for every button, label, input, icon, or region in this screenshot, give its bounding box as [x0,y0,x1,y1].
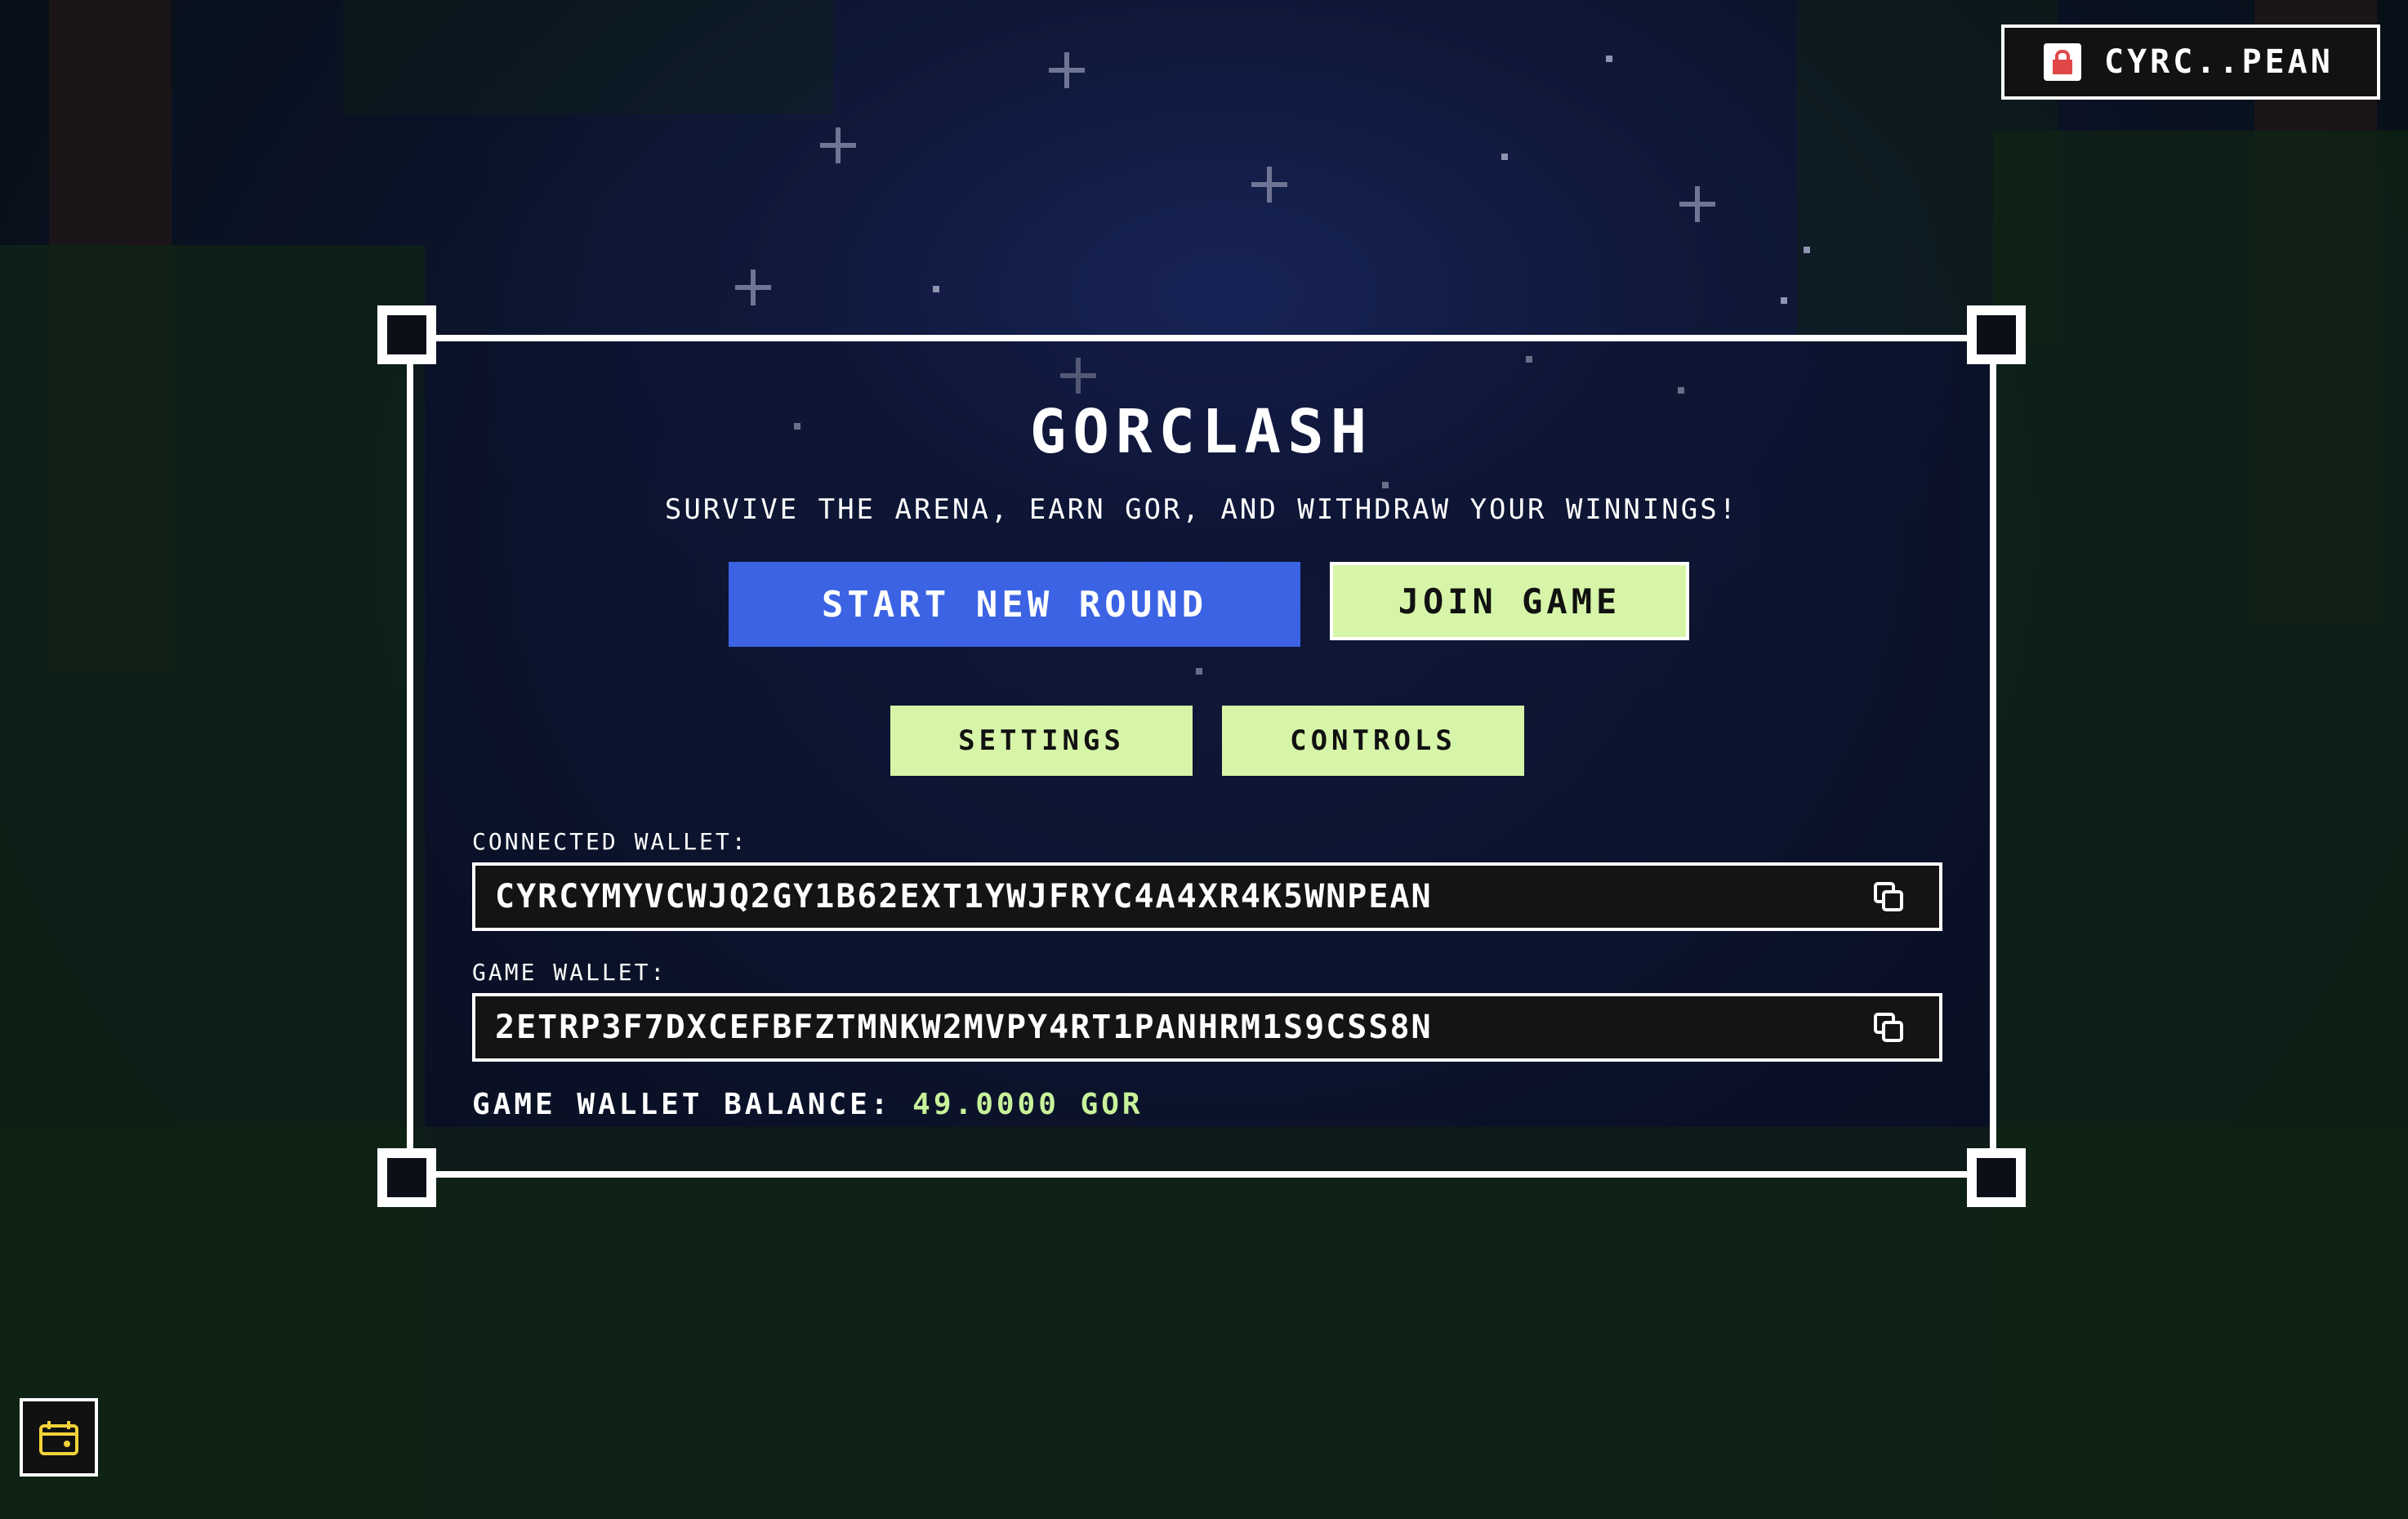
connected-wallet-badge[interactable]: CYRC..PEAN [2001,24,2380,100]
connected-wallet-label: CONNECTED WALLET: [472,828,748,855]
panel-corner [377,1148,436,1207]
wallet-icon [39,1421,78,1455]
game-title: GORCLASH [1029,397,1374,467]
panel-corner [377,305,436,364]
panel-corner [1967,1148,2026,1207]
lock-icon [2044,43,2081,81]
wallet-badge-label: CYRC..PEAN [2104,43,2334,81]
star [1501,154,1508,160]
foliage-bottom [0,1127,2408,1519]
connected-wallet-address[interactable]: CYRCYMYVCWJQ2GY1B62EXT1YWJFRYC4A4XR4K5WN… [495,878,1871,915]
star-sparkle [1679,186,1715,222]
controls-button[interactable]: CONTROLS [1222,706,1524,776]
copy-icon[interactable] [1871,1009,1906,1045]
main-menu-panel: GORCLASH SURVIVE THE ARENA, EARN GOR, AN… [377,305,2026,1207]
game-wallet-label: GAME WALLET: [472,959,667,986]
balance-amount: 49.0000 GOR [912,1088,1144,1121]
game-wallet-balance: GAME WALLET BALANCE: 49.0000 GOR [472,1088,1144,1121]
wallet-menu-button[interactable] [20,1398,98,1477]
panel-corner [1967,305,2026,364]
star [1781,297,1787,304]
star-sparkle [1251,167,1287,203]
game-wallet-address[interactable]: 2ETRP3F7DXCEFBFZTMNKW2MVPY4RT1PANHRM1S9C… [495,1009,1871,1046]
star-sparkle [735,270,771,305]
copy-icon[interactable] [1871,879,1906,915]
star [933,286,939,292]
settings-button[interactable]: SETTINGS [890,706,1193,776]
star [1804,247,1810,253]
star [1606,56,1612,62]
star-sparkle [820,127,856,163]
join-game-button[interactable]: JOIN GAME [1330,562,1689,640]
game-wallet-field: 2ETRP3F7DXCEFBFZTMNKW2MVPY4RT1PANHRM1S9C… [472,993,1942,1062]
start-new-round-button[interactable]: START NEW ROUND [729,562,1300,647]
star-sparkle [1049,52,1085,88]
foliage-top-left [343,0,833,114]
connected-wallet-field: CYRCYMYVCWJQ2GY1B62EXT1YWJFRYC4A4XR4K5WN… [472,862,1942,931]
game-subtitle: SURVIVE THE ARENA, EARN GOR, AND WITHDRA… [664,493,1739,526]
balance-label: GAME WALLET BALANCE: [472,1088,892,1121]
